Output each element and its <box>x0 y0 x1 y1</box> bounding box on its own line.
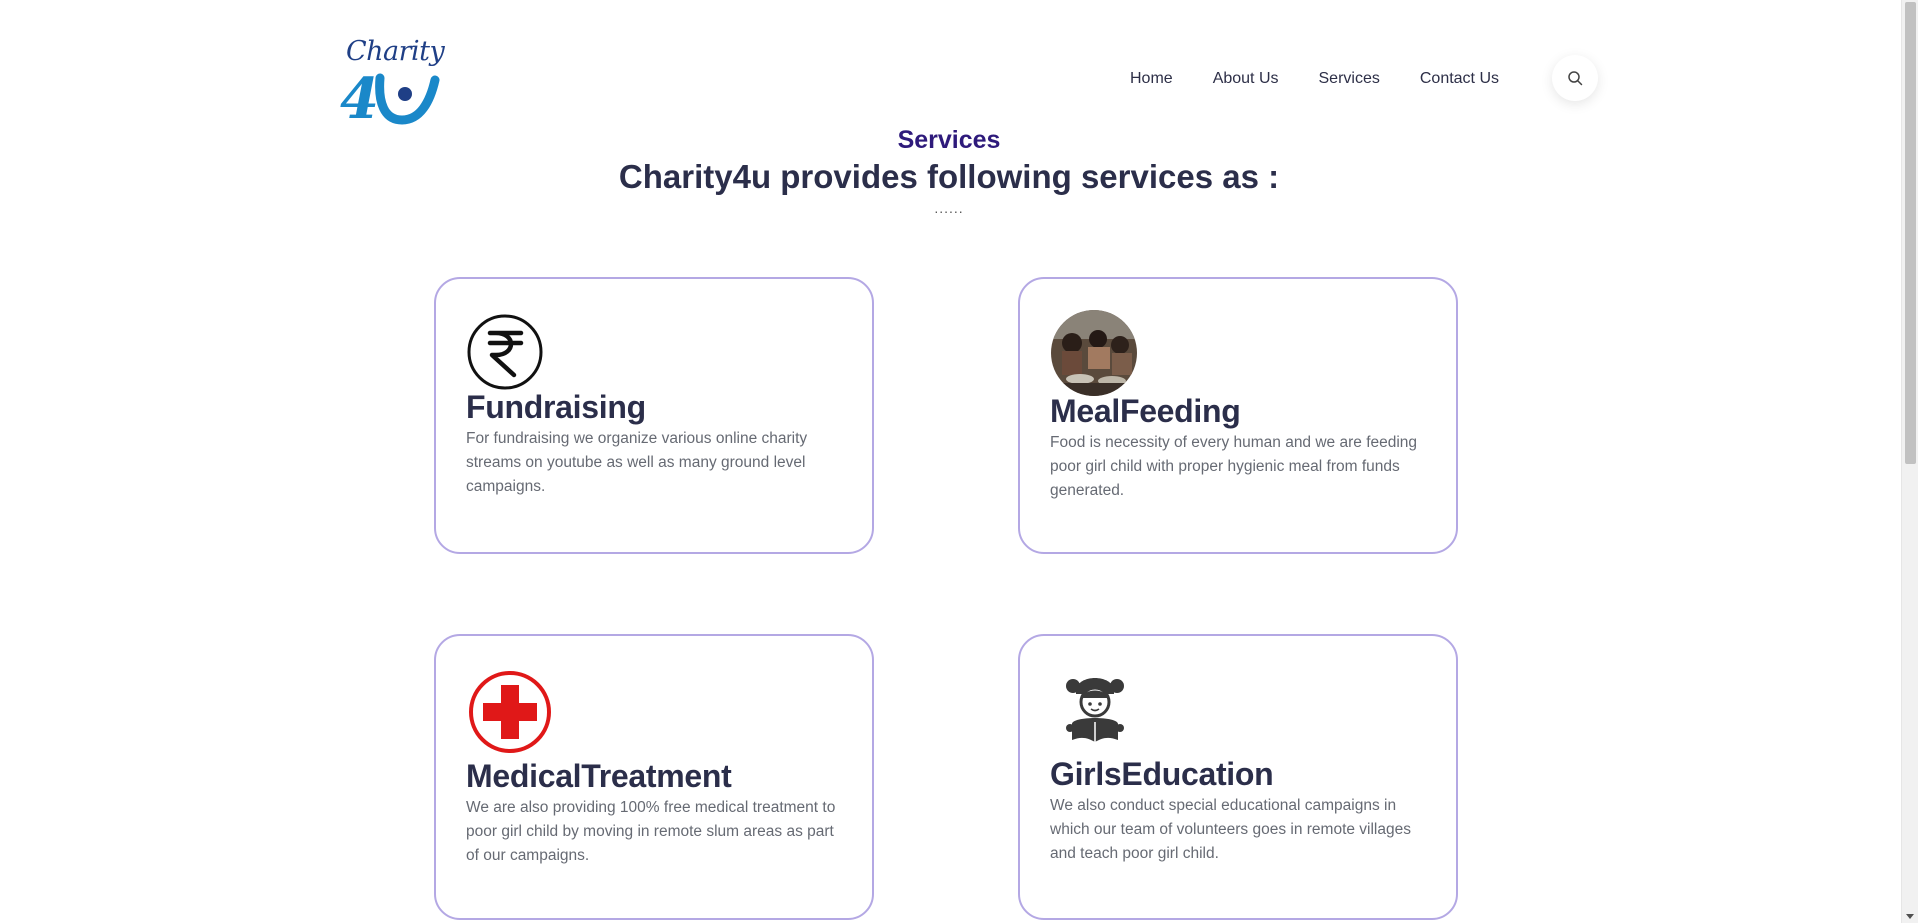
rupee-icon <box>467 314 543 390</box>
card-description: For fundraising we organize various onli… <box>466 430 808 495</box>
service-card-girlseducation: GirlsEducation We also conduct special e… <box>1018 634 1458 920</box>
girl-reading-icon <box>1066 678 1124 742</box>
section-label: Services <box>897 126 1001 154</box>
logo-mark-icon: 4 <box>340 66 440 128</box>
section-divider-dots: ...... <box>934 200 964 216</box>
charity4u-logo[interactable]: Charity 4 <box>340 36 445 128</box>
service-card-medicaltreatment: MedicalTreatment We are also providing 1… <box>434 634 874 920</box>
section-title: Charity4u provides following services as… <box>618 158 1280 195</box>
nav-about-link[interactable]: About Us <box>1213 60 1279 98</box>
search-button[interactable] <box>1552 55 1598 101</box>
card-description: We are also providing 100% free medical … <box>466 799 836 864</box>
service-card-mealfeeding: MealFeeding Food is necessity of every h… <box>1018 277 1458 554</box>
search-icon <box>1568 71 1583 86</box>
nav-home-link[interactable]: Home <box>1130 60 1173 98</box>
medical-cross-icon <box>469 671 551 753</box>
service-card-fundraising: Fundraising For fundraising we organize … <box>434 277 874 554</box>
card-title: MealFeeding <box>1050 393 1241 429</box>
card-description: We also conduct special educational camp… <box>1050 797 1411 862</box>
card-title: Fundraising <box>466 389 646 425</box>
card-description: Food is necessity of every human and we … <box>1050 434 1418 499</box>
card-title: GirlsEducation <box>1050 756 1274 792</box>
nav-services-link[interactable]: Services <box>1319 60 1380 98</box>
svg-text:4: 4 <box>340 66 379 128</box>
scrollbar-thumb[interactable] <box>1905 2 1916 464</box>
card-title: MedicalTreatment <box>466 758 732 794</box>
scroll-down-arrow-icon[interactable] <box>1906 914 1914 919</box>
page-scrollbar[interactable] <box>1901 0 1918 923</box>
nav-contact-link[interactable]: Contact Us <box>1420 60 1499 98</box>
main-nav: Home About Us Services Contact Us <box>1130 60 1539 98</box>
children-eating-photo <box>1051 310 1137 396</box>
